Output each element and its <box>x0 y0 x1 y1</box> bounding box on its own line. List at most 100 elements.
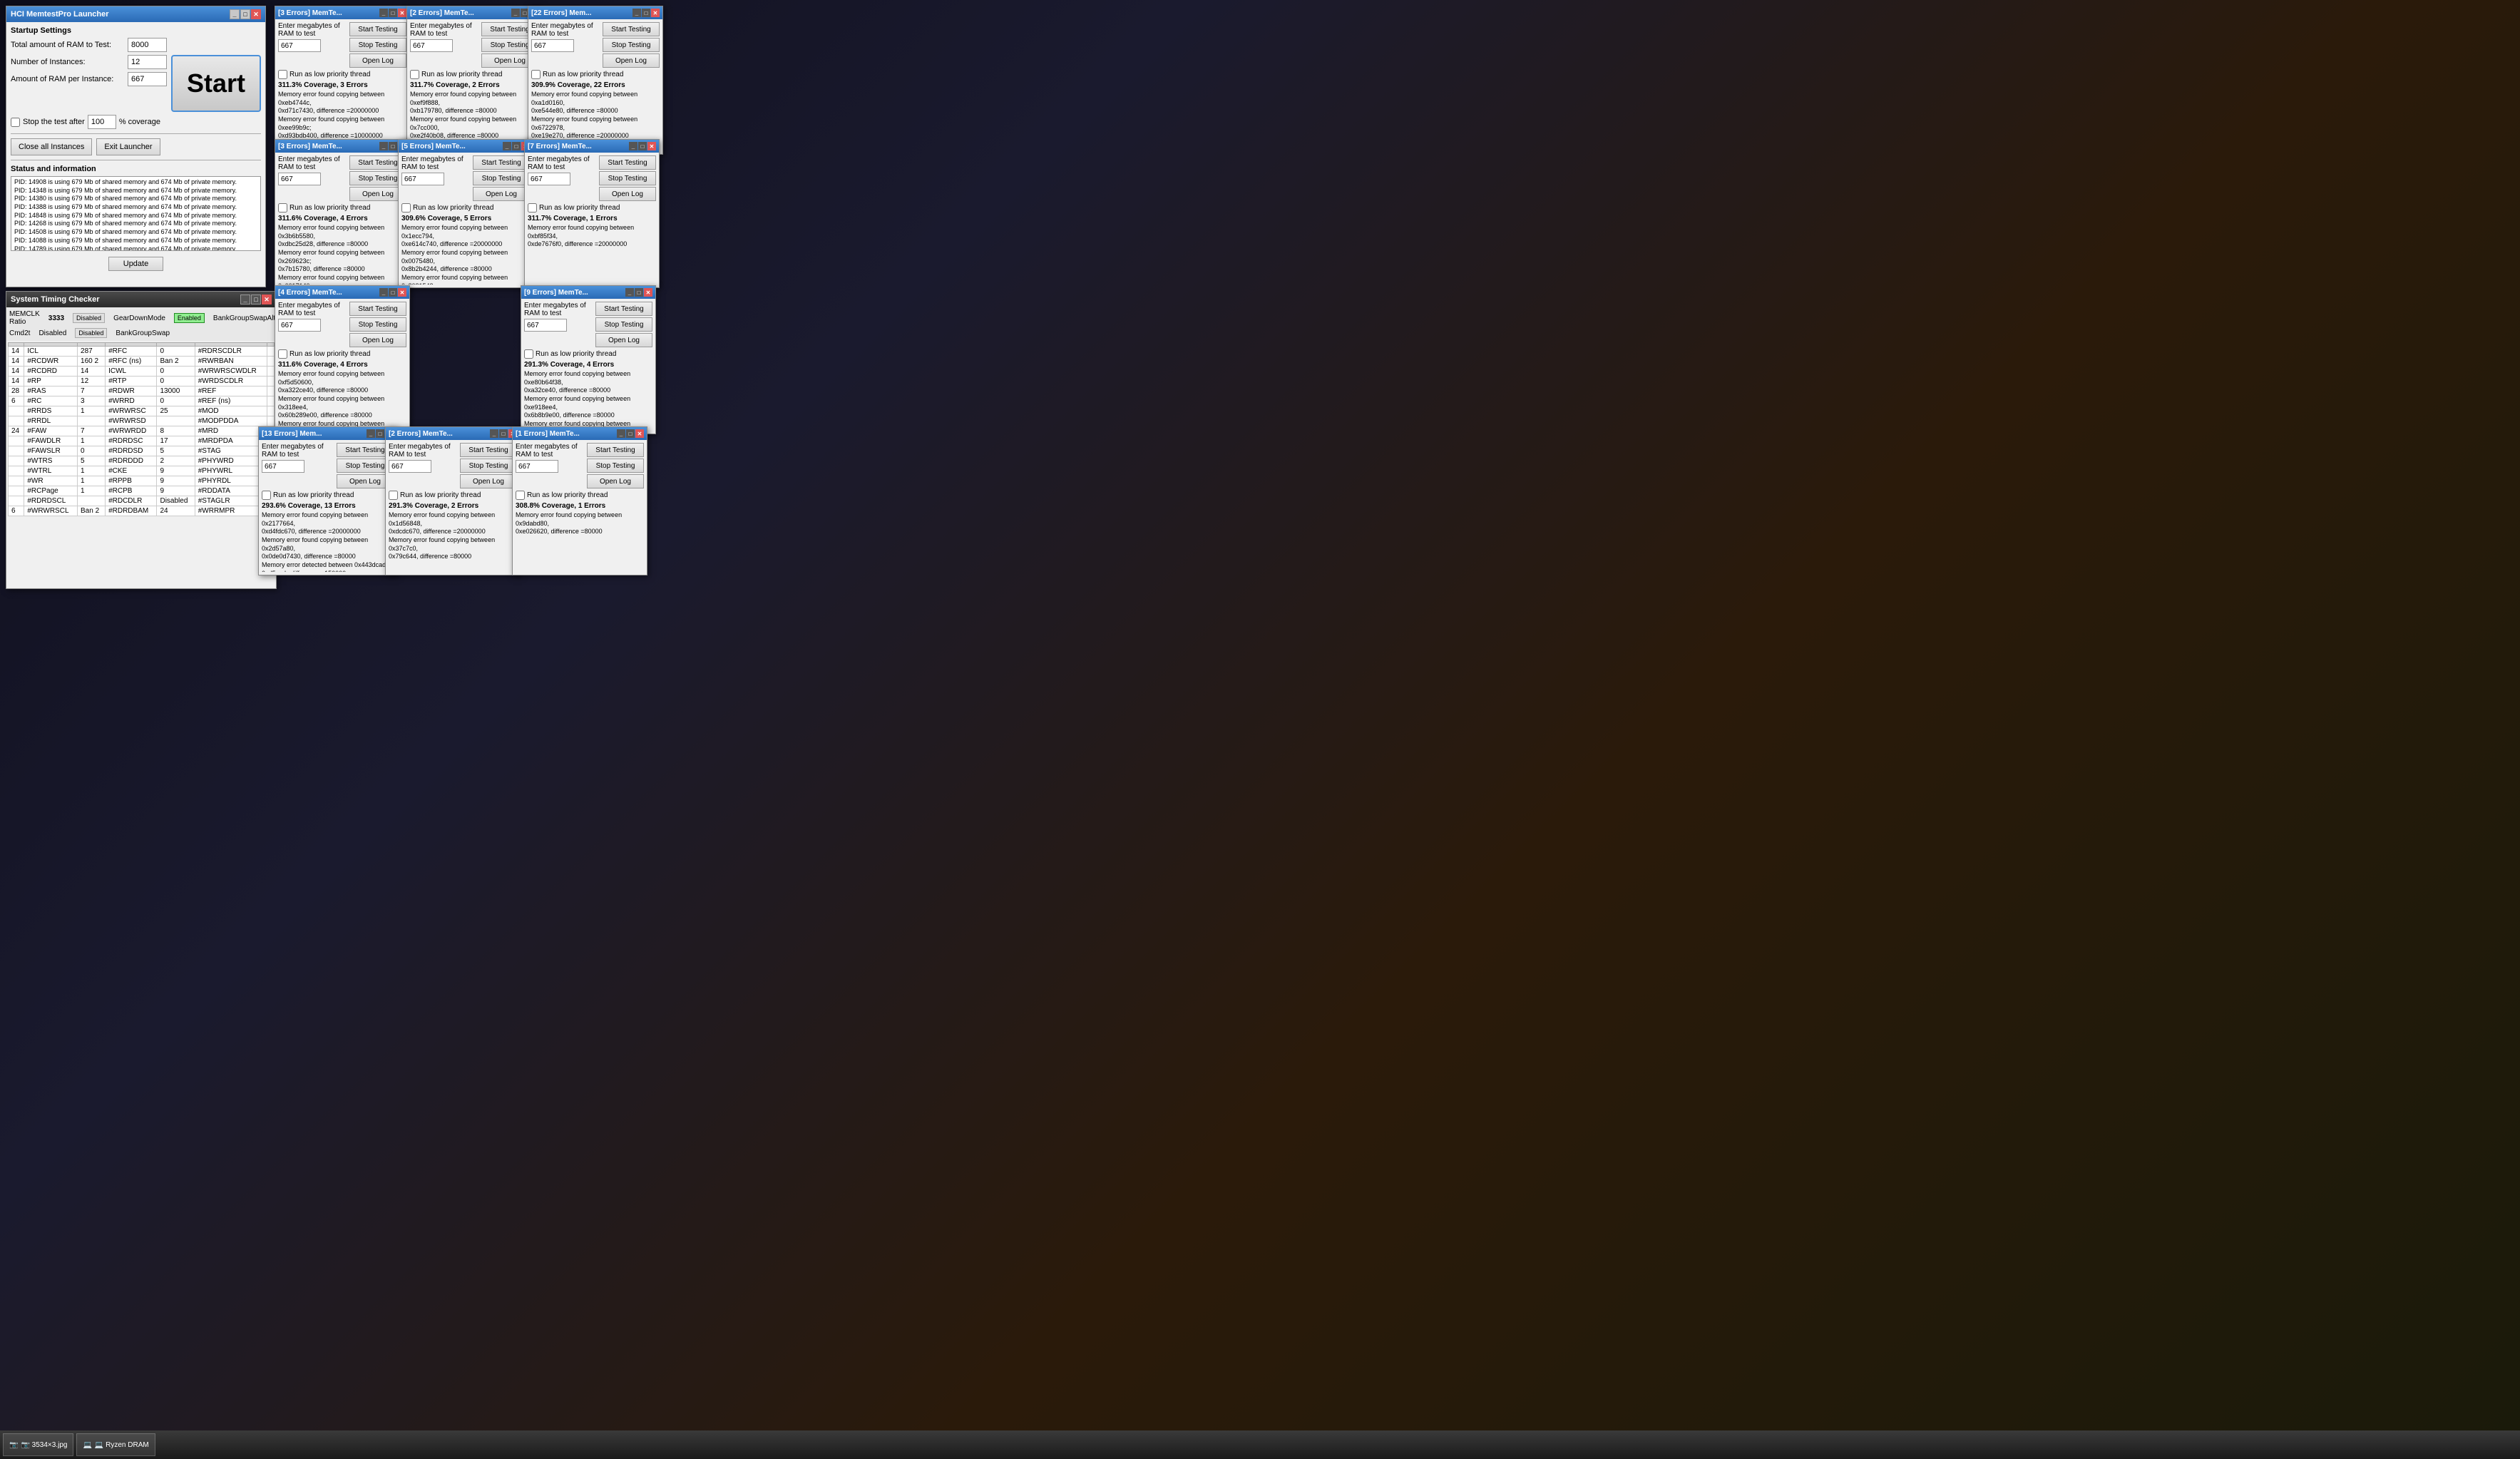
mt-max-mt8[interactable]: □ <box>635 288 643 297</box>
mt-checkbox-mt9[interactable] <box>262 491 271 500</box>
mt-start-btn-mt10[interactable]: Start Testing <box>460 443 517 457</box>
timing-max-btn[interactable]: □ <box>251 295 261 304</box>
mt-close-mt8[interactable]: ✕ <box>644 288 652 297</box>
mt-log-btn-mt8[interactable]: Open Log <box>595 333 652 347</box>
td-name1: #FAW <box>24 426 78 436</box>
mt-start-btn-mt5[interactable]: Start Testing <box>473 155 530 170</box>
mt-close-mt6[interactable]: ✕ <box>647 142 656 150</box>
start-button[interactable]: Start <box>171 55 261 112</box>
memtest-window-mt3: [22 Errors] Mem... _ □ ✕ Enter megabytes… <box>528 6 663 155</box>
mt-checkbox-mt5[interactable] <box>401 203 411 213</box>
mt-checkbox-mt6[interactable] <box>528 203 537 213</box>
mt-start-btn-mt1[interactable]: Start Testing <box>349 22 406 36</box>
mt-start-btn-mt7[interactable]: Start Testing <box>349 302 406 316</box>
mt-max-mt10[interactable]: □ <box>499 429 508 438</box>
hci-maximize-btn[interactable]: □ <box>240 9 250 19</box>
mt-log-btn-mt3[interactable]: Open Log <box>603 53 660 68</box>
close-all-btn[interactable]: Close all Instances <box>11 138 92 155</box>
mt-min-mt5[interactable]: _ <box>503 142 511 150</box>
mt-max-mt9[interactable]: □ <box>376 429 384 438</box>
mt-ram-input-mt1[interactable] <box>278 39 321 52</box>
mt-coverage-mt2: 311.7% Coverage, 2 Errors <box>410 81 538 89</box>
mt-min-mt1[interactable]: _ <box>379 9 388 17</box>
exit-launcher-btn[interactable]: Exit Launcher <box>96 138 160 155</box>
stop-test-checkbox[interactable] <box>11 118 20 127</box>
mt-coverage-mt4: 311.6% Coverage, 4 Errors <box>278 215 406 222</box>
mt-max-mt5[interactable]: □ <box>512 142 521 150</box>
mt-ram-input-mt9[interactable] <box>262 460 304 473</box>
mt-checkbox-mt8[interactable] <box>524 349 533 359</box>
mt-stop-btn-mt5[interactable]: Stop Testing <box>473 171 530 185</box>
mt-close-mt7[interactable]: ✕ <box>398 288 406 297</box>
timing-min-btn[interactable]: _ <box>240 295 250 304</box>
mt-min-mt11[interactable]: _ <box>617 429 625 438</box>
td-name3: #STAGLR <box>195 496 267 506</box>
mt-close-mt1[interactable]: ✕ <box>398 9 406 17</box>
mt-min-mt4[interactable]: _ <box>379 142 388 150</box>
mt-start-btn-mt8[interactable]: Start Testing <box>595 302 652 316</box>
mt-stop-btn-mt8[interactable]: Stop Testing <box>595 317 652 332</box>
update-btn[interactable]: Update <box>108 257 163 271</box>
timing-close-btn[interactable]: ✕ <box>262 295 272 304</box>
mt-max-mt3[interactable]: □ <box>642 9 650 17</box>
mt-close-mt11[interactable]: ✕ <box>635 429 644 438</box>
mt-close-mt3[interactable]: ✕ <box>651 9 660 17</box>
mt-checkbox-mt11[interactable] <box>516 491 525 500</box>
td-val2: 17 <box>157 436 195 446</box>
td-name1: #FAWSLR <box>24 446 78 456</box>
total-ram-input[interactable] <box>128 38 167 52</box>
mt-min-mt3[interactable]: _ <box>632 9 641 17</box>
mt-start-btn-mt3[interactable]: Start Testing <box>603 22 660 36</box>
mt-ram-input-mt6[interactable] <box>528 173 570 185</box>
instances-input[interactable] <box>128 55 167 69</box>
ram-per-instance-input[interactable] <box>128 72 167 86</box>
mt-min-mt6[interactable]: _ <box>629 142 637 150</box>
mt-stop-btn-mt7[interactable]: Stop Testing <box>349 317 406 332</box>
mt-checkbox-mt10[interactable] <box>389 491 398 500</box>
mt-ram-input-mt7[interactable] <box>278 319 321 332</box>
mt-stop-btn-mt10[interactable]: Stop Testing <box>460 459 517 473</box>
hci-minimize-btn[interactable]: _ <box>230 9 240 19</box>
error-line: 0xb179780, difference =80000 <box>410 107 538 116</box>
td-val2: Disabled <box>157 496 195 506</box>
mt-ram-input-mt11[interactable] <box>516 460 558 473</box>
mt-log-btn-mt1[interactable]: Open Log <box>349 53 406 68</box>
mt-max-mt4[interactable]: □ <box>389 142 397 150</box>
mt-min-mt10[interactable]: _ <box>490 429 498 438</box>
taskbar-item-ryzen[interactable]: 💻 💻 Ryzen DRAM <box>76 1433 155 1456</box>
mt-log-btn-mt11[interactable]: Open Log <box>587 474 644 488</box>
hci-close-btn[interactable]: ✕ <box>251 9 261 19</box>
taskbar-item-screenshot[interactable]: 📷 📷 3534×3.jpg <box>3 1433 73 1456</box>
mt-min-mt8[interactable]: _ <box>625 288 634 297</box>
mt-min-mt9[interactable]: _ <box>367 429 375 438</box>
td-col1 <box>9 416 24 426</box>
mt-ram-input-mt5[interactable] <box>401 173 444 185</box>
mt-max-mt7[interactable]: □ <box>389 288 397 297</box>
mt-checkbox-mt3[interactable] <box>531 70 541 79</box>
mt-start-btn-mt11[interactable]: Start Testing <box>587 443 644 457</box>
mt-stop-btn-mt1[interactable]: Stop Testing <box>349 38 406 52</box>
mt-max-mt6[interactable]: □ <box>638 142 647 150</box>
mt-max-mt1[interactable]: □ <box>389 9 397 17</box>
mt-checkbox-mt2[interactable] <box>410 70 419 79</box>
mt-max-mt11[interactable]: □ <box>626 429 635 438</box>
mt-min-mt2[interactable]: _ <box>511 9 520 17</box>
mt-log-btn-mt10[interactable]: Open Log <box>460 474 517 488</box>
mt-start-btn-mt6[interactable]: Start Testing <box>599 155 656 170</box>
mt-stop-btn-mt6[interactable]: Stop Testing <box>599 171 656 185</box>
mt-checkbox-mt1[interactable] <box>278 70 287 79</box>
mt-log-btn-mt5[interactable]: Open Log <box>473 187 530 201</box>
mt-ram-input-mt8[interactable] <box>524 319 567 332</box>
mt-ram-input-mt10[interactable] <box>389 460 431 473</box>
mt-ram-input-mt3[interactable] <box>531 39 574 52</box>
mt-log-btn-mt7[interactable]: Open Log <box>349 333 406 347</box>
mt-stop-btn-mt11[interactable]: Stop Testing <box>587 459 644 473</box>
mt-ram-input-mt2[interactable] <box>410 39 453 52</box>
mt-ram-input-mt4[interactable] <box>278 173 321 185</box>
coverage-input[interactable] <box>88 115 116 129</box>
mt-checkbox-mt4[interactable] <box>278 203 287 213</box>
mt-log-btn-mt6[interactable]: Open Log <box>599 187 656 201</box>
mt-stop-btn-mt3[interactable]: Stop Testing <box>603 38 660 52</box>
mt-checkbox-mt7[interactable] <box>278 349 287 359</box>
mt-min-mt7[interactable]: _ <box>379 288 388 297</box>
